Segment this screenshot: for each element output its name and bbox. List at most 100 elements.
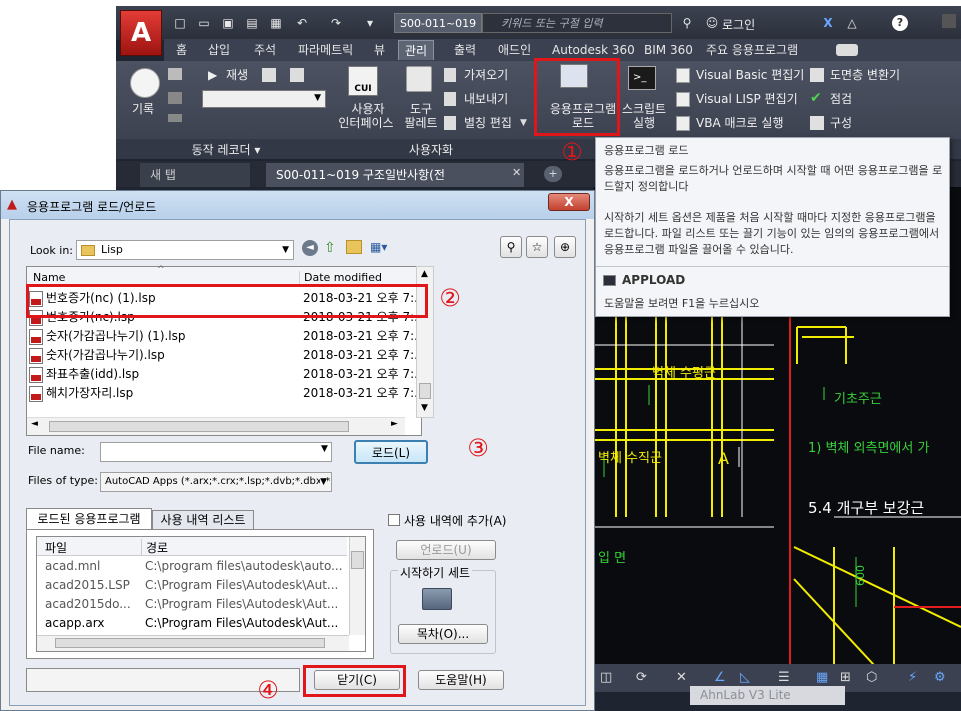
layer-translator-label[interactable]: 도면층 변환기 xyxy=(830,68,900,82)
triangle-icon[interactable]: △ xyxy=(844,16,860,31)
recorder-small-icon-3[interactable] xyxy=(168,114,182,122)
export-label[interactable]: 내보내기 xyxy=(464,92,508,106)
recorder-insert-icon[interactable] xyxy=(262,68,276,82)
scroll-down-icon[interactable]: ▼ xyxy=(421,403,428,413)
status-icon-lineweight[interactable]: ☰ xyxy=(778,670,790,685)
macro-select[interactable]: ▼ xyxy=(202,90,326,108)
hscroll-thumb[interactable] xyxy=(49,421,349,432)
tab-loaded-apps[interactable]: 로드된 응용프로그램 xyxy=(26,508,152,530)
configure-icon[interactable] xyxy=(810,116,824,130)
dialog-titlebar[interactable]: ▲ 응용프로그램 로드/언로드 X xyxy=(1,191,594,219)
status-icon-dyn[interactable]: ◺ xyxy=(740,670,750,685)
pgp-icon[interactable] xyxy=(444,116,456,130)
open-icon[interactable]: ▭ xyxy=(196,16,212,31)
status-icon-osnap[interactable]: ✕ xyxy=(676,670,687,685)
check-label[interactable]: 점검 xyxy=(830,92,852,106)
status-icon-selection[interactable]: ⊞ xyxy=(840,670,851,685)
file-row[interactable]: 해치가장자리.lsp 2018-03-21 오후 7:... xyxy=(29,384,426,403)
save-icon[interactable]: ▣ xyxy=(220,16,236,31)
tab-home[interactable]: 홈 xyxy=(170,40,193,60)
vlisp-editor-icon[interactable] xyxy=(676,92,690,107)
check-icon[interactable]: ✔ xyxy=(810,90,822,106)
panel-title-action-recorder[interactable]: 동작 레코더 ▾ xyxy=(176,141,276,158)
ribbon-options-icon[interactable] xyxy=(836,44,858,56)
add-favorite-icon[interactable]: ⊕ xyxy=(554,236,576,258)
autocad-logo-button[interactable]: A xyxy=(120,10,162,56)
tab-insert[interactable]: 삽입 xyxy=(202,40,236,60)
import-label[interactable]: 가져오기 xyxy=(464,68,508,82)
status-icon-3d[interactable]: ⬡ xyxy=(866,670,877,685)
login-label[interactable]: 로그인 xyxy=(722,16,755,33)
tab-bim360[interactable]: BIM 360 xyxy=(638,40,699,60)
status-icon-ucs[interactable]: ∠ xyxy=(714,670,726,685)
column-path[interactable]: 경로 xyxy=(141,539,168,556)
locations-icon[interactable]: ☆ xyxy=(526,236,548,258)
play-icon[interactable]: ▶ xyxy=(208,68,217,82)
user-icon[interactable]: ☺ xyxy=(704,16,720,31)
status-icon-transparency[interactable]: ▦ xyxy=(816,670,828,685)
tab-annotate[interactable]: 주석 xyxy=(248,40,282,60)
loaded-hscroll-thumb[interactable] xyxy=(55,638,325,648)
loaded-vscrollbar[interactable] xyxy=(349,537,365,635)
vb-editor-label[interactable]: Visual Basic 편집기 xyxy=(696,68,804,82)
record-icon[interactable] xyxy=(130,68,160,98)
configure-label[interactable]: 구성 xyxy=(830,116,852,130)
status-icon-workspace[interactable]: ⚙ xyxy=(934,670,946,685)
script-label-2[interactable]: 실행 xyxy=(618,116,670,130)
file-row[interactable]: 좌표추출(idd).lsp 2018-03-21 오후 7:... xyxy=(29,365,426,384)
alias-dropdown-icon[interactable]: ▼ xyxy=(520,118,527,128)
file-tab-new[interactable]: 새 탭 xyxy=(140,163,250,187)
recorder-small-icon-2[interactable] xyxy=(168,92,182,104)
tab-parametric[interactable]: 파라메트릭 xyxy=(292,40,359,60)
look-in-select[interactable]: Lisp ▼ xyxy=(76,240,294,260)
print-icon[interactable]: ▦ xyxy=(268,16,284,31)
status-icon-annotation[interactable]: ⚡ xyxy=(908,670,917,685)
status-icon-polar[interactable]: ⟳ xyxy=(636,670,647,685)
tab-output[interactable]: 출력 xyxy=(448,40,482,60)
new-folder-icon[interactable] xyxy=(346,240,362,254)
load-button[interactable]: 로드(L) xyxy=(354,440,428,464)
saveas-icon[interactable]: ▤ xyxy=(244,16,260,31)
find-icon[interactable]: ⚲ xyxy=(500,236,522,258)
tab-featured-apps[interactable]: 주요 응용프로그램 xyxy=(700,40,804,60)
tab-history-list[interactable]: 사용 내역 리스트 xyxy=(152,510,254,530)
tool-palette-icon[interactable] xyxy=(406,66,432,92)
vba-macro-icon[interactable] xyxy=(676,116,690,131)
recorder-preference-icon[interactable] xyxy=(290,68,304,82)
scroll-left-icon[interactable]: ◄ xyxy=(31,419,38,429)
column-file[interactable]: 파일 xyxy=(45,539,67,556)
vscroll-thumb[interactable] xyxy=(419,383,431,399)
help-icon[interactable]: ? xyxy=(892,15,908,31)
cui-icon[interactable]: CUI xyxy=(348,66,378,96)
loaded-vscroll-thumb[interactable] xyxy=(351,551,364,569)
play-label[interactable]: 재생 xyxy=(226,68,248,82)
loaded-app-row[interactable]: acad.mnl C:\program files\autodesk\auto..… xyxy=(45,557,345,576)
back-icon[interactable]: ◄ xyxy=(302,240,318,256)
loaded-hscrollbar[interactable] xyxy=(37,635,349,651)
exchange-icon[interactable]: X xyxy=(820,16,836,31)
qat-dropdown-icon[interactable]: ▾ xyxy=(362,16,378,31)
contents-button[interactable]: 목차(O)... xyxy=(398,624,488,644)
file-name-dropdown-icon[interactable]: ▼ xyxy=(321,444,328,454)
user-interface-label-1[interactable]: 사용자 xyxy=(346,102,390,116)
loaded-apps-list[interactable]: 파일 경로 acad.mnl C:\program files\autodesk\… xyxy=(36,536,366,652)
file-tab-drawing[interactable]: S00-011~019 구조일반사항(전체)20200319* xyxy=(266,163,524,206)
help-button[interactable]: 도움말(H) xyxy=(418,670,504,690)
tab-addins[interactable]: 애드인 xyxy=(492,40,537,60)
loaded-app-row[interactable]: acapp.arx C:\Program Files\Autodesk\Aut..… xyxy=(45,614,345,633)
loaded-app-row[interactable]: acad2015.LSP C:\Program Files\Autodesk\Au… xyxy=(45,576,345,595)
tab-autodesk360[interactable]: Autodesk 360 xyxy=(546,40,641,60)
scroll-right-icon[interactable]: ► xyxy=(391,419,398,429)
file-row[interactable]: 숫자(가감곱나누기).lsp 2018-03-21 오후 7:... xyxy=(29,346,426,365)
window-minimize-icon[interactable] xyxy=(942,14,956,28)
script-label-1[interactable]: 스크립트 xyxy=(618,102,670,116)
status-icon-1[interactable]: ◫ xyxy=(600,670,612,685)
new-tab-icon[interactable]: + xyxy=(544,166,562,182)
recorder-small-icon-1[interactable] xyxy=(168,68,182,80)
redo-icon[interactable]: ↷ xyxy=(328,16,344,31)
undo-icon[interactable]: ↶ xyxy=(294,16,310,31)
scroll-up-icon[interactable]: ▲ xyxy=(421,269,428,279)
vlisp-editor-label[interactable]: Visual LISP 편집기 xyxy=(696,92,798,106)
column-date[interactable]: Date modified xyxy=(299,271,382,284)
search-input[interactable]: 키워드 또는 구절 입력 xyxy=(482,13,672,33)
